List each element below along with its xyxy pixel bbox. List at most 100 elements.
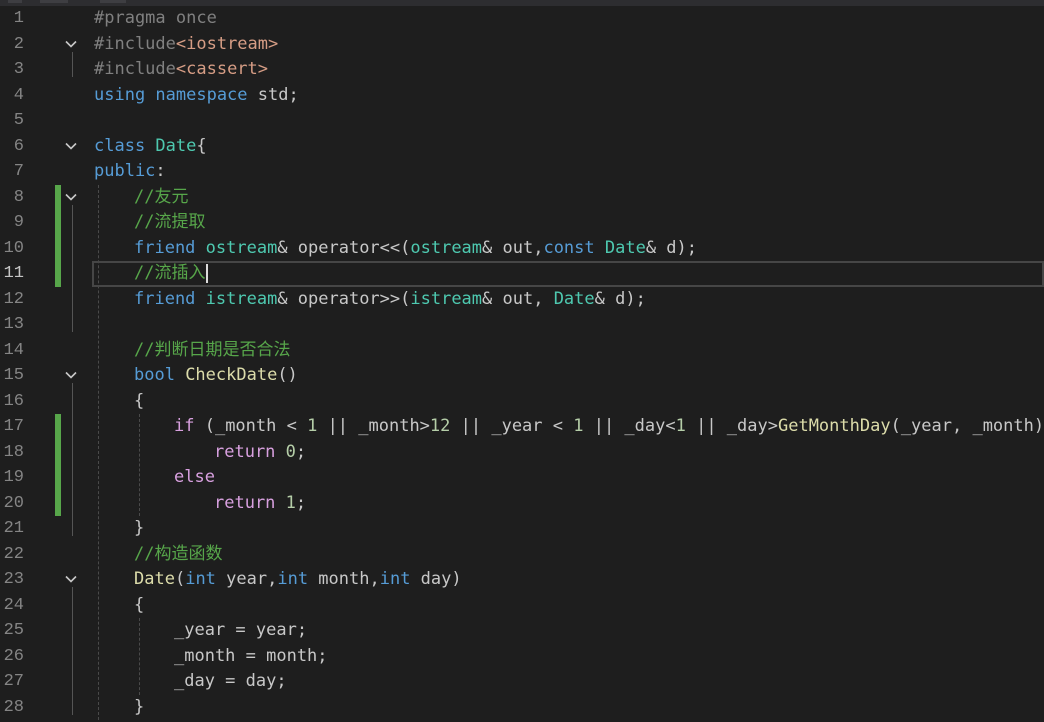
code-line[interactable]: 17 if (_month < 1 || _month>12 || _year <… (0, 414, 1044, 440)
code-line[interactable]: 27 _day = day; (0, 669, 1044, 695)
fold-chevron-icon[interactable] (65, 575, 77, 584)
code-token: year, (226, 569, 278, 589)
code-token: } (134, 518, 145, 538)
code-line[interactable]: 3 #include<cassert> (0, 57, 1044, 83)
code-editor[interactable]: 1 #pragma once 2 #include<iostream> 3 #includ… (0, 6, 1044, 722)
fold-chevron-icon[interactable] (65, 371, 77, 380)
line-number: 6 (13, 136, 24, 156)
code-token: & out, (482, 237, 544, 258)
code-line[interactable]: 1 #pragma once (0, 6, 1044, 32)
code-line[interactable]: 4 using namespace std; (0, 83, 1044, 109)
code-line[interactable]: 20 return 1; (0, 491, 1044, 517)
line-number: 4 (13, 85, 24, 105)
line-number: 16 (3, 391, 24, 411)
code-text: //判断日期是否合法 (134, 338, 290, 364)
code-token: & d); (645, 237, 698, 258)
line-number: 12 (3, 289, 24, 309)
code-text: friend ostream& operator<<(ostream& out,… (134, 236, 697, 262)
fold-chevron-icon[interactable] (65, 40, 77, 49)
code-token: int (277, 569, 319, 589)
code-line[interactable]: 6 class Date{ (0, 134, 1044, 160)
code-token: & operator>>( (277, 288, 411, 309)
code-text: _month = month; (174, 644, 328, 670)
code-line[interactable]: 14 //判断日期是否合法 (0, 338, 1044, 364)
code-token: ; (295, 492, 307, 513)
code-line[interactable]: 28} (0, 695, 1044, 721)
fold-chevron-icon[interactable] (65, 193, 77, 202)
code-token: Date (553, 288, 595, 309)
code-token: day) (420, 569, 462, 589)
code-token: #include (94, 33, 176, 54)
code-line[interactable]: 13 (0, 312, 1044, 338)
code-token: public (94, 161, 156, 181)
code-token: ; (295, 441, 307, 462)
code-line[interactable]: 24 { (0, 593, 1044, 619)
code-text: #pragma once (94, 6, 217, 32)
fold-chevron-icon[interactable] (65, 142, 77, 151)
code-token: ostream (410, 237, 483, 258)
code-token: 1 (675, 416, 686, 436)
line-number: 10 (3, 238, 24, 258)
code-text: return 0; (214, 440, 306, 466)
tab-fragment[interactable] (100, 0, 126, 3)
tab-fragment[interactable] (8, 0, 22, 3)
code-token: class (94, 135, 156, 156)
code-line[interactable]: 10 friend ostream& operator<<(ostream& ou… (0, 236, 1044, 262)
code-line[interactable]: 21} (0, 516, 1044, 542)
code-token: //流插入 (134, 263, 206, 283)
code-token: _year = year; (174, 620, 308, 640)
line-number: 14 (3, 340, 24, 360)
code-token: friend (134, 288, 206, 309)
code-line[interactable]: 8 //友元 (0, 185, 1044, 211)
code-token: Date (134, 569, 175, 589)
code-token: std; (247, 84, 299, 105)
code-line[interactable]: 18 return 0; (0, 440, 1044, 466)
code-text: //构造函数 (134, 542, 222, 568)
code-token: else (174, 467, 215, 487)
code-line[interactable]: 23 Date(int year,int month,int day) (0, 567, 1044, 593)
code-text: return 1; (214, 491, 306, 517)
code-token: _day = day; (174, 671, 287, 691)
code-line[interactable]: 7 public: (0, 159, 1044, 185)
code-text: bool CheckDate() (134, 363, 298, 389)
code-text: #include<cassert> (94, 57, 268, 83)
code-text: _year = year; (174, 618, 307, 644)
line-number: 28 (3, 697, 24, 717)
code-token: || _day> (685, 416, 778, 436)
code-token: (_month < (194, 416, 308, 436)
line-number: 24 (3, 595, 24, 615)
code-line[interactable]: 19 else (0, 465, 1044, 491)
code-line[interactable]: 25 _year = year; (0, 618, 1044, 644)
code-token: <iostream> (175, 33, 279, 54)
code-text: } (134, 695, 144, 721)
code-token: & out, (482, 288, 554, 309)
tab-fragment[interactable] (40, 0, 68, 3)
code-line[interactable]: 16 { (0, 389, 1044, 415)
line-number: 21 (3, 519, 24, 538)
code-text: #include<iostream> (94, 32, 278, 58)
code-text: } (134, 516, 144, 542)
code-token: : (155, 161, 166, 181)
code-token: } (134, 696, 145, 717)
code-line[interactable]: 2 #include<iostream> (0, 32, 1044, 58)
code-token: & operator<<( (277, 237, 411, 258)
line-number: 2 (13, 34, 24, 54)
code-line[interactable]: 11 //流插入 (0, 261, 1044, 287)
code-text: Date(int year,int month,int day) (134, 567, 462, 593)
line-number: 1 (13, 9, 24, 28)
code-text: _day = day; (174, 669, 287, 695)
code-token: if (174, 416, 195, 436)
code-line[interactable]: 12 friend istream& operator>>(istream& ou… (0, 287, 1044, 313)
line-number: 7 (13, 162, 24, 181)
line-number: 13 (3, 315, 24, 334)
line-number: 15 (3, 366, 24, 385)
code-token: #pragma once (94, 8, 217, 28)
code-line[interactable]: 22 //构造函数 (0, 542, 1044, 568)
code-token: GetMonthDay (777, 416, 891, 436)
code-line[interactable]: 15 bool CheckDate() (0, 363, 1044, 389)
code-line[interactable]: 5 (0, 108, 1044, 134)
line-number: 5 (13, 111, 24, 130)
code-line[interactable]: 26 _month = month; (0, 644, 1044, 670)
code-token: { (134, 390, 145, 411)
code-line[interactable]: 9 //流提取 (0, 210, 1044, 236)
